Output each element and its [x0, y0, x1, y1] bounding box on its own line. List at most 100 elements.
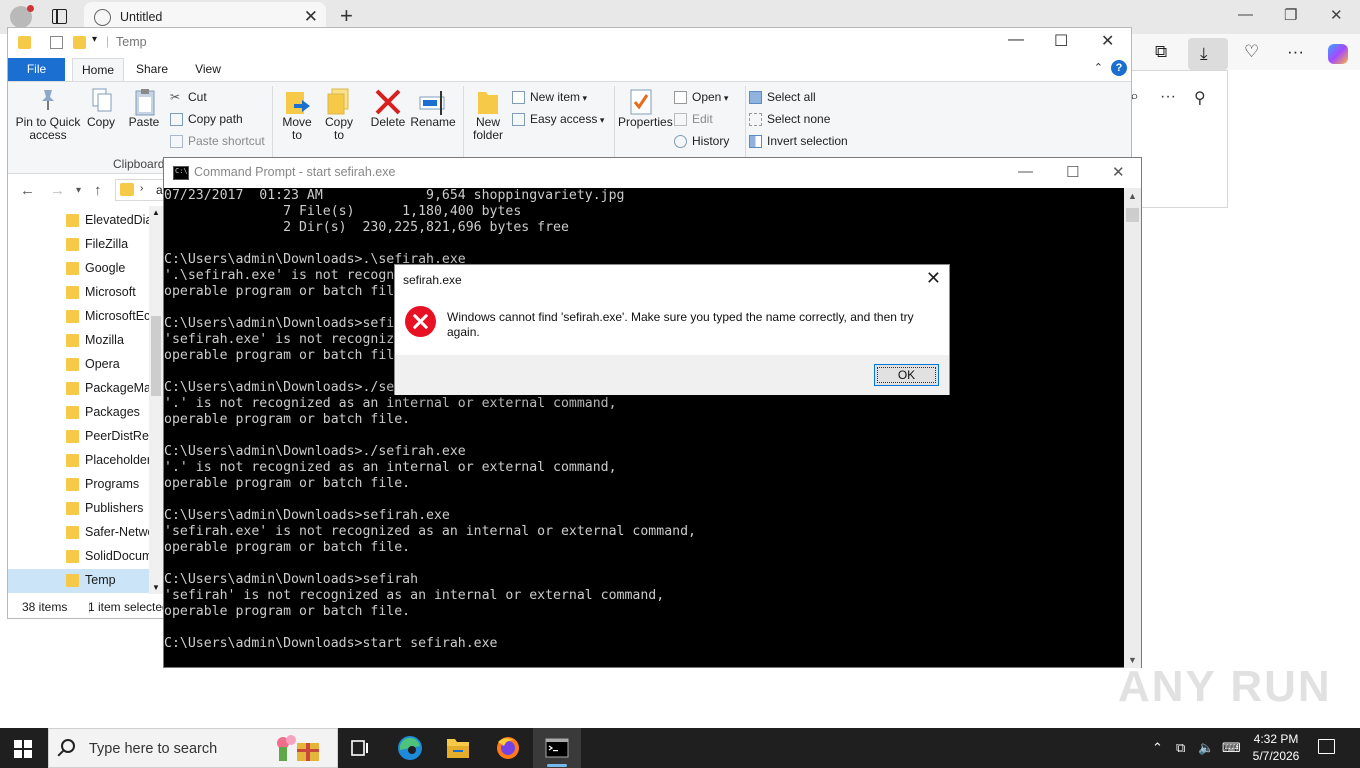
show-hidden-icons-icon[interactable]: ⌃: [1152, 740, 1163, 756]
easy-access-button[interactable]: Easy access ▾: [512, 110, 604, 128]
windows-start-icon[interactable]: [14, 740, 32, 758]
edge-taskbar-icon[interactable]: [386, 728, 434, 768]
command-prompt-window[interactable]: Command Prompt - start sefirah.exe — ☐ ✕…: [163, 157, 1142, 668]
tab-home[interactable]: Home: [72, 58, 124, 81]
recent-locations-icon[interactable]: ▾: [76, 185, 81, 196]
customize-quick-access-icon[interactable]: ▾: [92, 34, 97, 45]
ribbon-collapse-icon[interactable]: ⌃: [1094, 61, 1103, 74]
tree-item[interactable]: Placeholder: [8, 449, 163, 473]
tree-item[interactable]: PackageMa: [8, 377, 163, 401]
copy-to-button[interactable]: Copy to: [322, 88, 356, 142]
forward-arrow-icon[interactable]: →: [50, 182, 65, 199]
command-prompt-taskbar-icon[interactable]: [533, 728, 581, 768]
tree-item[interactable]: Programs: [8, 473, 163, 497]
cmd-minimize-icon[interactable]: —: [1018, 163, 1033, 180]
pin-icon[interactable]: ⚲: [1194, 88, 1206, 108]
edit-button[interactable]: Edit: [674, 110, 713, 128]
address-chevron-icon[interactable]: ›: [140, 183, 143, 194]
tree-item[interactable]: Opera: [8, 353, 163, 377]
paste-shortcut-button[interactable]: Paste shortcut: [170, 132, 265, 150]
explorer-minimize-icon[interactable]: —: [1008, 31, 1024, 49]
tree-item[interactable]: Google: [8, 257, 163, 281]
close-window-icon[interactable]: ✕: [1330, 6, 1343, 24]
download-icon[interactable]: ⤓: [1200, 44, 1208, 64]
move-to-label: Move to: [282, 115, 312, 142]
tree-item[interactable]: Mozilla: [8, 329, 163, 353]
rename-button[interactable]: Rename: [410, 88, 456, 129]
explorer-close-icon[interactable]: ✕: [1101, 31, 1114, 51]
folder-icon: [66, 286, 79, 299]
tree-item[interactable]: PeerDistRep: [8, 425, 163, 449]
delete-button[interactable]: Delete: [370, 88, 406, 129]
tree-item[interactable]: Packages: [8, 401, 163, 425]
dialog-title: sefirah.exe: [403, 273, 462, 287]
cmd-scrollbar[interactable]: ▲ ▼: [1124, 188, 1141, 668]
profile-avatar-icon[interactable]: [10, 5, 34, 28]
restore-icon[interactable]: ❐: [1284, 6, 1297, 24]
tab-file[interactable]: File: [8, 58, 65, 81]
new-folder-button[interactable]: New folder: [470, 88, 506, 142]
tab-actions-icon[interactable]: [52, 9, 67, 24]
tab-share[interactable]: Share: [136, 58, 168, 81]
cmd-scroll-up-icon[interactable]: ▲: [1128, 191, 1137, 201]
copy-path-button[interactable]: Copy path: [170, 110, 243, 128]
notifications-icon[interactable]: [1318, 739, 1335, 754]
copy-button[interactable]: Copy: [86, 88, 116, 129]
copilot-icon[interactable]: [1328, 44, 1348, 64]
select-all-button[interactable]: Select all: [749, 88, 816, 106]
tree-item[interactable]: Temp: [8, 569, 163, 593]
pin-to-quick-access-button[interactable]: Pin to Quick access: [14, 88, 82, 142]
downloads-button[interactable]: [1188, 38, 1228, 70]
minimize-icon[interactable]: —: [1238, 6, 1253, 23]
properties-button[interactable]: Properties: [618, 88, 673, 129]
pin-label: Pin to Quick access: [15, 115, 81, 142]
network-icon[interactable]: ⧉: [1176, 740, 1185, 756]
cmd-title-bar: Command Prompt - start sefirah.exe — ☐ ✕: [164, 158, 1141, 188]
select-none-button[interactable]: Select none: [749, 110, 830, 128]
tree-item[interactable]: FileZilla: [8, 233, 163, 257]
explorer-maximize-icon[interactable]: ☐: [1054, 31, 1068, 51]
cmd-close-icon[interactable]: ✕: [1112, 163, 1125, 181]
scroll-up-icon[interactable]: ▲: [152, 208, 160, 217]
move-to-button[interactable]: Move to: [280, 88, 314, 142]
cmd-output[interactable]: 07/23/2017 01:23 AM 9,654 shoppingvariet…: [164, 188, 1124, 668]
tree-item[interactable]: Safer-Netwo: [8, 521, 163, 545]
up-arrow-icon[interactable]: ↑: [94, 182, 102, 199]
taskbar-search[interactable]: Type here to search: [48, 728, 338, 768]
browser-essentials-icon[interactable]: ♡: [1244, 42, 1259, 62]
help-icon[interactable]: ?: [1111, 60, 1127, 76]
tree-item[interactable]: SolidDocum: [8, 545, 163, 569]
new-folder-quick-icon[interactable]: [73, 36, 86, 49]
ok-button[interactable]: OK: [874, 364, 939, 386]
panel-more-icon[interactable]: ···: [1160, 88, 1176, 106]
new-item-button[interactable]: New item ▾: [512, 88, 587, 106]
cut-button[interactable]: ✂ Cut: [170, 88, 207, 106]
tree-item[interactable]: Microsoft: [8, 281, 163, 305]
tree-item[interactable]: ElevatedDia: [8, 209, 163, 233]
tree-item[interactable]: MicrosoftEc: [8, 305, 163, 329]
cmd-scroll-thumb[interactable]: [1126, 208, 1139, 222]
tab-view[interactable]: View: [194, 58, 222, 81]
task-view-icon[interactable]: [336, 728, 384, 768]
open-button[interactable]: Open ▾: [674, 88, 728, 106]
more-options-icon[interactable]: ···: [1287, 42, 1304, 62]
tree-scrollbar[interactable]: ▲ ▼: [149, 206, 163, 594]
language-icon[interactable]: ⌨: [1222, 740, 1241, 756]
paste-button[interactable]: Paste: [128, 88, 160, 129]
back-arrow-icon[interactable]: ←: [20, 182, 35, 199]
file-explorer-taskbar-icon[interactable]: [434, 728, 482, 768]
history-button[interactable]: History: [674, 132, 729, 150]
dialog-close-icon[interactable]: ✕: [926, 268, 941, 289]
close-tab-icon[interactable]: ✕: [304, 7, 318, 27]
volume-icon[interactable]: 🔈: [1198, 740, 1214, 756]
collections-icon[interactable]: ⧉: [1155, 42, 1167, 62]
cmd-maximize-icon[interactable]: ☐: [1066, 163, 1079, 181]
properties-quick-icon[interactable]: [50, 36, 63, 49]
taskbar-clock[interactable]: 4:32 PM 5/7/2026: [1245, 731, 1307, 765]
invert-selection-button[interactable]: Invert selection: [749, 132, 848, 150]
tree-item[interactable]: Publishers: [8, 497, 163, 521]
new-tab-button[interactable]: +: [340, 3, 353, 29]
firefox-taskbar-icon[interactable]: [484, 728, 532, 768]
tree-scroll-thumb[interactable]: [151, 316, 161, 396]
scroll-down-icon[interactable]: ▼: [152, 583, 160, 592]
